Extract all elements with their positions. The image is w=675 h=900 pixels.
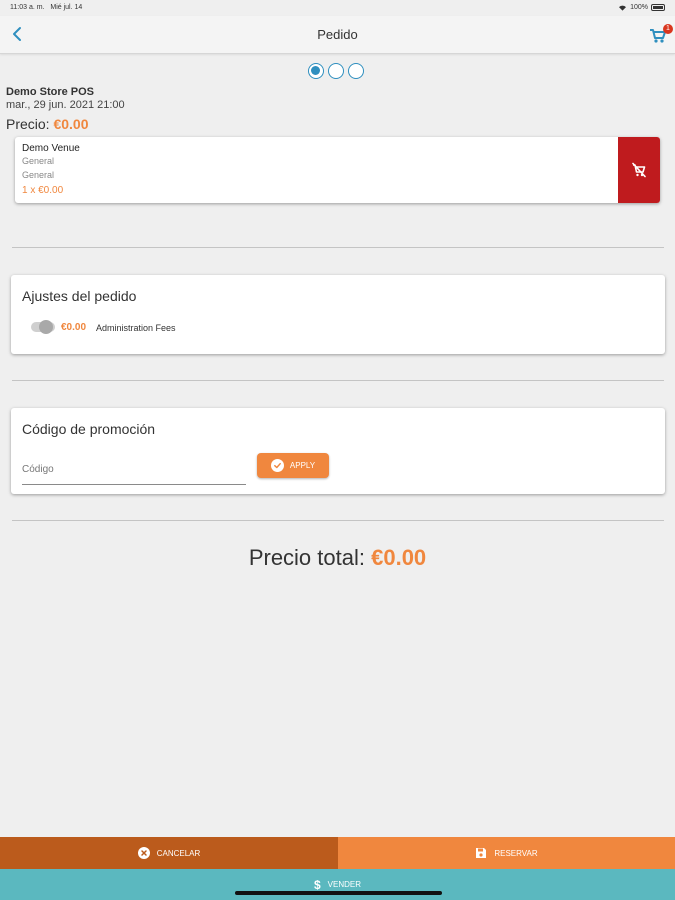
sell-button[interactable]: $ VENDER (0, 869, 675, 900)
admin-fee-price: €0.00 (61, 322, 87, 333)
total-label: Precio total: (248, 545, 365, 570)
cart-count-badge: 1 (663, 24, 673, 34)
item-venue: Demo Venue (22, 143, 80, 154)
divider (12, 380, 664, 381)
cancel-label: CANCELAR (156, 848, 201, 858)
home-indicator[interactable] (235, 891, 442, 895)
order-total: Precio total: €0.00 (0, 545, 675, 571)
divider (12, 247, 664, 248)
apply-promo-button[interactable]: APPLY (257, 453, 329, 478)
total-value: €0.00 (371, 545, 427, 570)
promo-title: Código de promoción (22, 421, 156, 437)
order-price: Precio: €0.00 (6, 116, 89, 132)
wifi-icon (619, 5, 627, 11)
price-label: Precio: (6, 116, 50, 132)
status-time-text: 11:03 a. m. (10, 4, 45, 11)
cancel-button[interactable]: CANCELAR (0, 837, 338, 869)
settings-title: Ajustes del pedido (22, 288, 137, 304)
battery-indicator: 100% (618, 4, 665, 11)
sell-label: VENDER (327, 880, 362, 889)
reserve-button[interactable]: RESERVAR (338, 837, 675, 869)
remove-cart-icon (632, 162, 646, 178)
promo-code-input[interactable] (22, 455, 246, 485)
nav-bar: Pedido 1 (0, 16, 675, 54)
save-icon (476, 848, 487, 858)
admin-fee-toggle-knob[interactable] (39, 320, 53, 334)
dollar-icon: $ (313, 877, 321, 892)
divider (12, 520, 664, 521)
admin-fee-label: Administration Fees (96, 323, 176, 333)
item-category: General (22, 156, 55, 166)
bottom-actions: CANCELAR RESERVAR (0, 837, 675, 869)
order-item-card[interactable]: Demo Venue General General 1 x €0.00 (15, 137, 660, 203)
reserve-label: RESERVAR (494, 848, 538, 858)
event-date: mar., 29 jun. 2021 21:00 (6, 99, 125, 111)
promo-code-card: Código de promoción APPLY (11, 408, 665, 494)
remove-item-button[interactable] (618, 137, 660, 203)
cancel-icon (137, 847, 150, 859)
battery-percent: 100% (630, 4, 648, 11)
apply-label: APPLY (289, 461, 316, 470)
order-settings-card: Ajustes del pedido €0.00 Administration … (11, 275, 665, 354)
store-name: Demo Store POS (6, 86, 95, 98)
step-2-dot[interactable] (328, 63, 344, 79)
step-1-dot[interactable] (308, 63, 324, 79)
page-title: Pedido (317, 27, 358, 42)
item-quantity: 1 x €0.00 (22, 185, 64, 196)
step-3-dot[interactable] (348, 63, 364, 79)
step-indicator (308, 63, 364, 79)
status-time: 11:03 a. m. Mié jul. 14 (10, 4, 82, 11)
item-ticket-type: General (22, 170, 55, 180)
status-date-text: Mié jul. 14 (50, 4, 83, 11)
check-circle-icon (270, 459, 284, 472)
battery-icon (651, 4, 665, 11)
price-value: €0.00 (53, 116, 89, 132)
status-bar: 11:03 a. m. Mié jul. 14 100% (0, 0, 675, 16)
